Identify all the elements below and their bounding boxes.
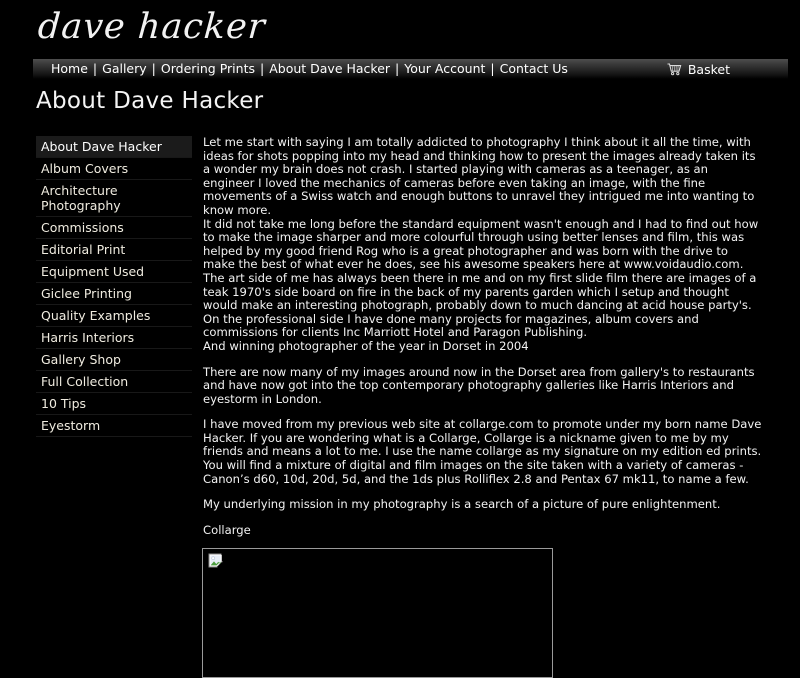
article-body: Let me start with saying I am totally ad… <box>203 135 763 549</box>
sidebar-item-10-tips[interactable]: 10 Tips <box>36 393 192 415</box>
nav-separator: | <box>490 60 495 76</box>
broken-image-icon <box>208 553 230 575</box>
sidebar-menu: About Dave Hacker Album Covers Architect… <box>36 136 192 437</box>
article-paragraph: Let me start with saying I am totally ad… <box>203 135 756 217</box>
sidebar-item-label: Architecture Photography <box>41 183 121 213</box>
sidebar-item-equipment-used[interactable]: Equipment Used <box>36 261 192 283</box>
sidebar-item-giclee-printing[interactable]: Giclee Printing <box>36 283 192 305</box>
article-paragraph: I have moved from my previous web site a… <box>203 417 762 459</box>
footer-image-frame <box>202 548 553 678</box>
nav-link-gallery[interactable]: Gallery <box>102 62 147 76</box>
sidebar-item-gallery-shop[interactable]: Gallery Shop <box>36 349 192 371</box>
sidebar-item-full-collection[interactable]: Full Collection <box>36 371 192 393</box>
nav-link-list: Home | Gallery | Ordering Prints | About… <box>51 60 568 76</box>
sidebar-item-label: Gallery Shop <box>41 352 121 367</box>
sidebar-item-eyestorm[interactable]: Eyestorm <box>36 415 192 437</box>
sidebar-item-label: Giclee Printing <box>41 286 132 301</box>
article-paragraph: You will find a mixture of digital and f… <box>203 458 749 486</box>
basket-link[interactable]: Basket <box>667 62 730 77</box>
sidebar-item-label: Full Collection <box>41 374 129 389</box>
nav-separator: | <box>259 60 265 76</box>
sidebar-item-label: Quality Examples <box>41 308 151 323</box>
nav-link-contact-us[interactable]: Contact Us <box>500 62 568 76</box>
nav-link-ordering-prints[interactable]: Ordering Prints <box>161 62 255 76</box>
sidebar-item-label: 10 Tips <box>41 396 87 411</box>
article-paragraph: It did not take me long before the stand… <box>203 216 759 272</box>
sidebar-item-about-dave-hacker[interactable]: About Dave Hacker <box>36 136 192 158</box>
main-navigation: Home | Gallery | Ordering Prints | About… <box>33 59 788 79</box>
nav-separator: | <box>92 60 98 76</box>
sidebar-item-label: About Dave Hacker <box>41 139 162 154</box>
sidebar-item-editorial-print[interactable]: Editorial Print <box>36 239 192 261</box>
sidebar-item-label: Harris Interiors <box>41 330 135 345</box>
nav-link-home[interactable]: Home <box>51 62 88 76</box>
article-paragraph: The art side of me has always been there… <box>203 270 757 313</box>
basket-label: Basket <box>687 61 730 77</box>
sidebar-item-harris-interiors[interactable]: Harris Interiors <box>36 327 192 349</box>
sidebar-item-album-covers[interactable]: Album Covers <box>36 158 192 180</box>
sidebar-item-label: Equipment Used <box>41 264 145 279</box>
nav-separator: | <box>151 60 156 76</box>
sidebar-item-label: Commissions <box>41 220 124 235</box>
nav-link-your-account[interactable]: Your Account <box>404 62 485 76</box>
shopping-cart-icon <box>667 62 682 76</box>
sidebar-item-label: Editorial Print <box>41 242 126 257</box>
page-title: About Dave Hacker <box>36 88 264 114</box>
site-logo[interactable]: dave hacker <box>37 7 267 47</box>
sidebar-item-label: Eyestorm <box>41 418 101 433</box>
nav-separator: | <box>395 60 400 76</box>
article-paragraph: There are now many of my images around n… <box>203 364 755 406</box>
sidebar-item-commissions[interactable]: Commissions <box>36 217 192 239</box>
nav-link-about-dave-hacker[interactable]: About Dave Hacker <box>269 62 390 76</box>
sidebar-item-architecture-photography[interactable]: Architecture Photography <box>36 180 192 217</box>
article-paragraph: Collarge <box>203 522 251 537</box>
article-paragraph: On the professional side I have done man… <box>203 311 699 340</box>
article-paragraph: My underlying mission in my photography … <box>203 497 721 512</box>
article-paragraph: And winning photographer of the year in … <box>203 338 529 353</box>
site-header: dave hacker <box>0 0 800 54</box>
sidebar-item-label: Album Covers <box>41 161 129 176</box>
sidebar-item-quality-examples[interactable]: Quality Examples <box>36 305 192 327</box>
